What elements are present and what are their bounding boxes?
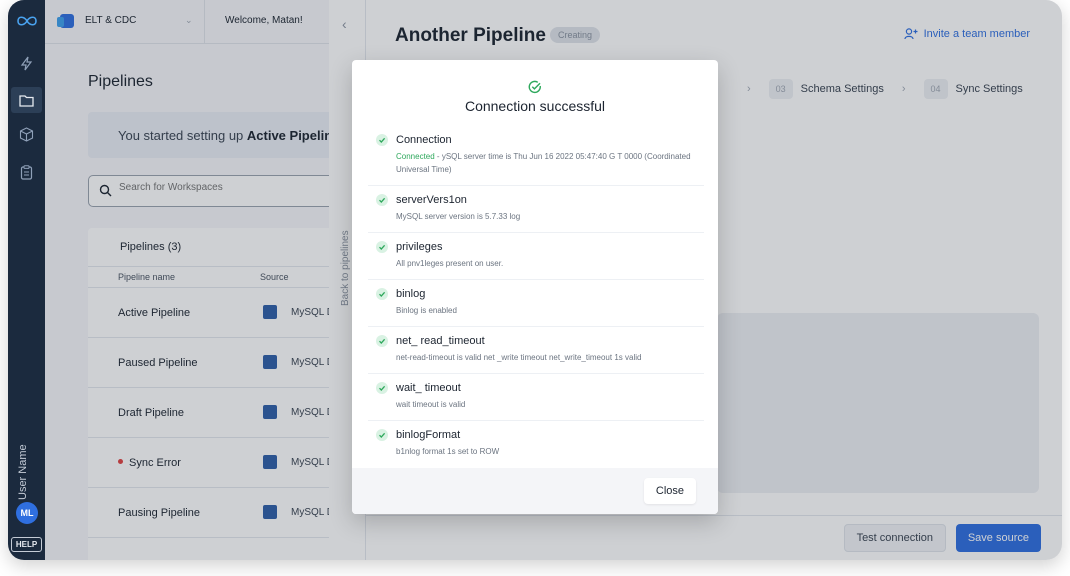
- bolt-icon[interactable]: [18, 55, 35, 72]
- check-name: net_ read_timeout: [396, 335, 485, 347]
- list-item: binlogFormat b1nlog format 1s set to ROW: [368, 421, 704, 468]
- check-list: Connection Connected - ySQL server time …: [368, 126, 704, 468]
- check-circle-icon: [376, 429, 388, 441]
- help-button[interactable]: HELP: [11, 537, 42, 552]
- check-name: wait_ timeout: [396, 382, 461, 394]
- folder-icon: [19, 95, 34, 107]
- dialog-footer: Close: [352, 468, 718, 514]
- check-name: serverVers1on: [396, 194, 467, 206]
- list-item: serverVers1on MySQL server version is 5.…: [368, 186, 704, 233]
- list-item: net_ read_timeout net-read-timeout is va…: [368, 327, 704, 374]
- check-name: privileges: [396, 241, 443, 253]
- check-description: wait timeout is valid: [396, 400, 466, 409]
- check-circle-icon: [376, 288, 388, 300]
- check-circle-icon: [376, 134, 388, 146]
- check-name: binlog: [396, 288, 426, 300]
- check-name: binlogFormat: [396, 429, 461, 441]
- app-window: User Name ML HELP ELT & CDC ⌄ Welcome, M…: [8, 0, 1062, 560]
- check-description: Binlog is enabled: [396, 306, 457, 315]
- nav-pipelines-active[interactable]: [11, 87, 42, 113]
- check-name: Connection: [396, 134, 452, 146]
- check-description: net-read-timeout is valid net _write tim…: [396, 353, 642, 362]
- dialog-title: Connection successful: [464, 98, 606, 114]
- check-circle-icon: [376, 335, 388, 347]
- connection-result-dialog: Connection successful Connection Connect…: [352, 60, 718, 514]
- list-item: wait_ timeout wait timeout is valid: [368, 374, 704, 421]
- close-button[interactable]: Close: [643, 478, 696, 504]
- check-circle-icon: [528, 80, 541, 94]
- check-circle-icon: [376, 194, 388, 206]
- check-description: MySQL server version is 5.7.33 log: [396, 212, 521, 221]
- cube-icon[interactable]: [18, 126, 35, 143]
- infinity-logo-icon[interactable]: [16, 13, 38, 29]
- clipboard-icon[interactable]: [18, 164, 35, 181]
- check-description: Connected - ySQL server time is Thu Jun …: [396, 150, 700, 176]
- check-description: b1nlog format 1s set to ROW: [396, 447, 500, 456]
- list-item: privileges All pnv1leges present on user…: [368, 233, 704, 280]
- left-rail: User Name ML HELP: [8, 0, 45, 560]
- list-item: binlog Binlog is enabled: [368, 280, 704, 327]
- check-detail: - ySQL server time is Thu Jun 16 2022 05…: [396, 152, 691, 174]
- check-circle-icon: [376, 382, 388, 394]
- avatar[interactable]: ML: [16, 502, 38, 524]
- user-name-label: User Name: [17, 444, 29, 500]
- check-description: All pnv1leges present on user.: [396, 259, 504, 268]
- check-circle-icon: [376, 241, 388, 253]
- connected-status: Connected: [396, 152, 435, 161]
- list-item: Connection Connected - ySQL server time …: [368, 126, 704, 186]
